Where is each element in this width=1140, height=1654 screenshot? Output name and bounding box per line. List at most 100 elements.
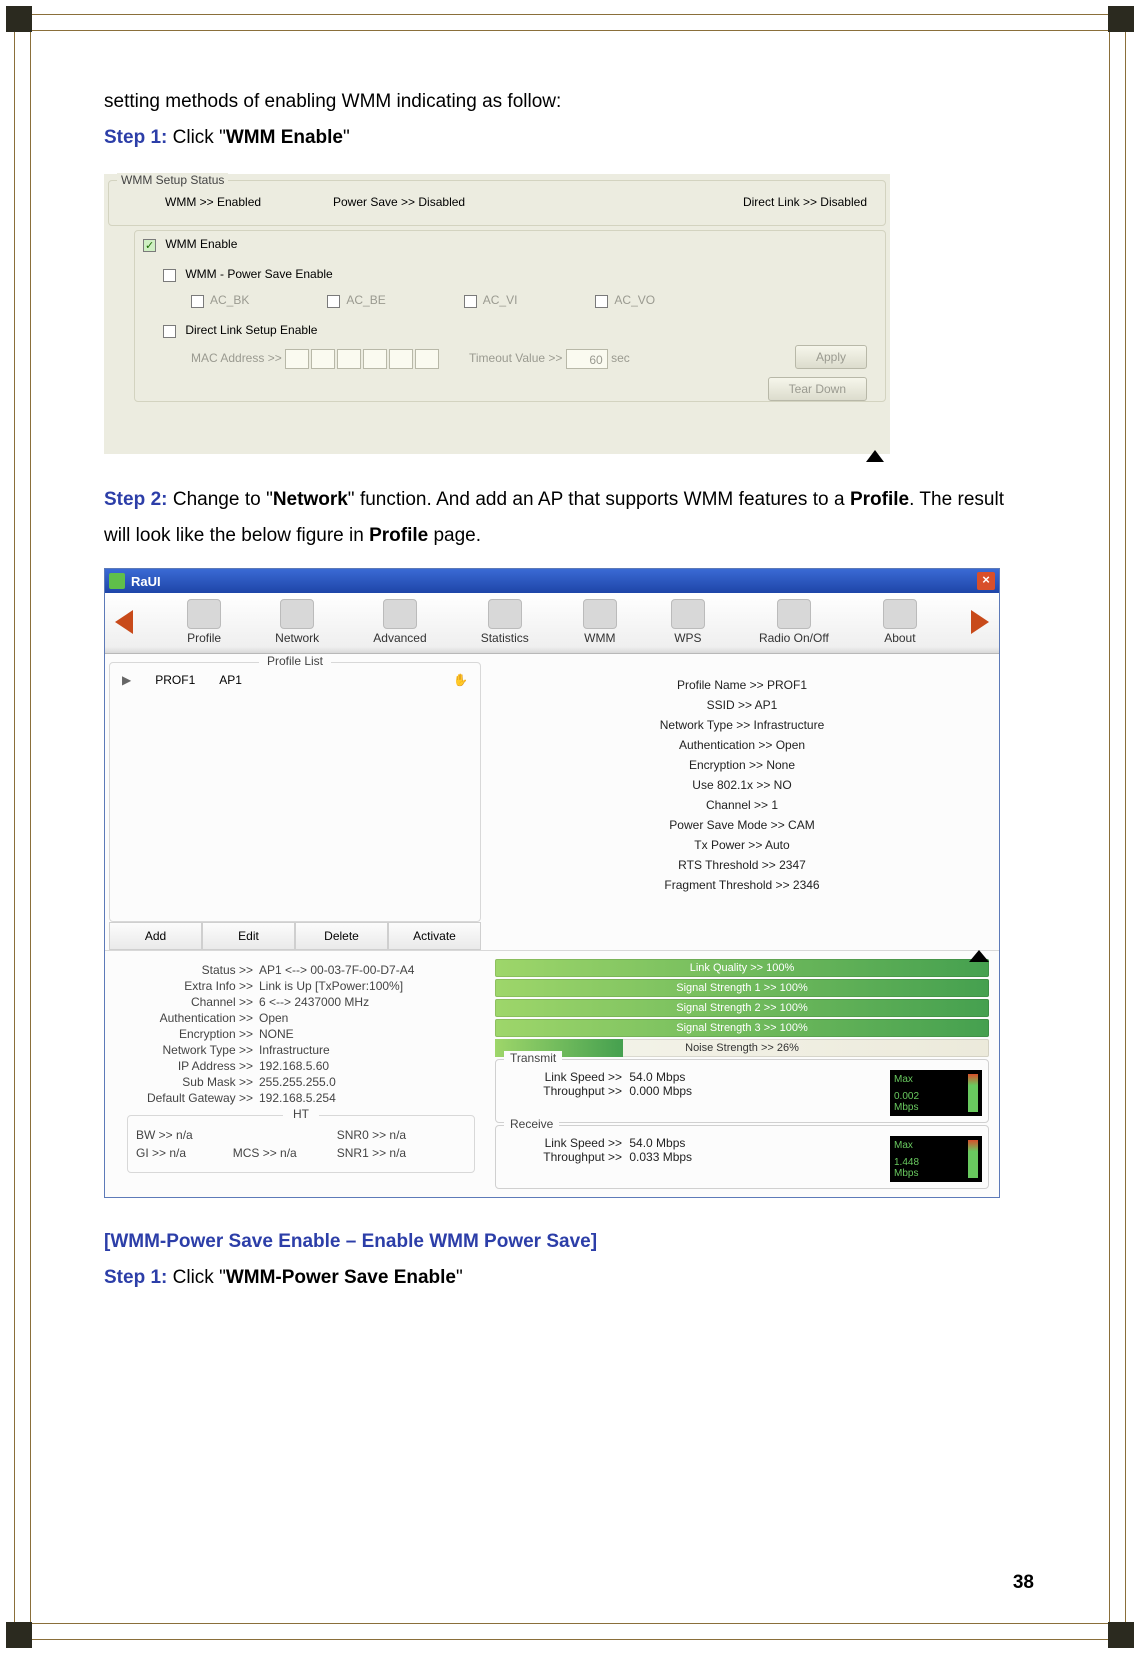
ac-vo-checkbox[interactable]	[595, 295, 608, 308]
about-icon	[883, 599, 917, 629]
tab-about-label: About	[884, 631, 915, 645]
teardown-button[interactable]: Tear Down	[768, 377, 867, 401]
tab-statistics[interactable]: Statistics	[481, 599, 529, 645]
ac-vi-label: AC_VI	[483, 293, 518, 307]
tx-gauge: Max 0.002 Mbps	[890, 1070, 982, 1116]
transmit-group: Transmit Link Speed >> 54.0 Mbps Through…	[495, 1059, 989, 1123]
tx-gauge-bar	[968, 1074, 978, 1112]
detail-txpower: Tx Power >> Auto	[493, 838, 991, 852]
ac-bk-label: AC_BK	[210, 293, 249, 307]
mac-input-2[interactable]	[311, 349, 335, 369]
tab-wps[interactable]: WPS	[671, 599, 705, 645]
wmm-ps-checkbox[interactable]	[163, 269, 176, 282]
detail-encryption: Encryption >> None	[493, 758, 991, 772]
mac-input-6[interactable]	[415, 349, 439, 369]
direct-link-option: Direct Link Setup Enable	[163, 323, 317, 337]
collapse-icon[interactable]	[866, 450, 884, 462]
tx-speed-value: 54.0 Mbps	[629, 1070, 685, 1084]
timeout-label: Timeout Value >>	[469, 351, 562, 365]
ht-gi: GI >> n/a	[136, 1146, 193, 1160]
wps-icon	[671, 599, 705, 629]
mac-input-5[interactable]	[389, 349, 413, 369]
mac-input-4[interactable]	[363, 349, 387, 369]
tab-about[interactable]: About	[883, 599, 917, 645]
step-2-bold2: Profile	[850, 489, 909, 510]
delete-button[interactable]: Delete	[295, 922, 388, 950]
status-label: Status >>	[127, 963, 253, 977]
profile-row[interactable]: ▶ PROF1 AP1 ✋	[114, 669, 476, 691]
tab-wmm[interactable]: WMM	[583, 599, 617, 645]
intro-line: setting methods of enabling WMM indicati…	[104, 84, 1004, 120]
ac-vi-checkbox[interactable]	[464, 295, 477, 308]
auth-value: Open	[259, 1011, 288, 1025]
wmm-setup-status-legend: WMM Setup Status	[117, 173, 228, 187]
wmm-ps-option: WMM - Power Save Enable	[163, 267, 333, 281]
mac-input-3[interactable]	[337, 349, 361, 369]
detail-8021x: Use 802.1x >> NO	[493, 778, 991, 792]
enc-label: Encryption >>	[127, 1027, 253, 1041]
wmm-options-group: WMM Enable WMM - Power Save Enable AC_BK…	[134, 230, 886, 402]
step-1b-suffix: "	[456, 1267, 463, 1288]
wmm-icon	[583, 599, 617, 629]
step-1-label: Step 1:	[104, 127, 167, 148]
noise-strength-bar: Noise Strength >> 26%	[495, 1039, 989, 1057]
signal-strength-2-text: Signal Strength 2 >> 100%	[676, 1002, 807, 1014]
mac-input-1[interactable]	[285, 349, 309, 369]
timeout-input[interactable]: 60	[566, 349, 608, 369]
profile-details: Profile Name >> PROF1 SSID >> AP1 Networ…	[485, 654, 999, 950]
detail-auth: Authentication >> Open	[493, 738, 991, 752]
noise-strength-text: Noise Strength >> 26%	[685, 1042, 799, 1054]
ac-be-checkbox[interactable]	[327, 295, 340, 308]
edit-button[interactable]: Edit	[202, 922, 295, 950]
profile-actions: Add Edit Delete Activate	[109, 922, 481, 950]
tab-network[interactable]: Network	[275, 599, 319, 645]
ac-be-label: AC_BE	[346, 293, 385, 307]
radio-icon	[777, 599, 811, 629]
ip-label: IP Address >>	[127, 1059, 253, 1073]
ht-legend: HT	[283, 1107, 319, 1121]
signal-strength-2-bar: Signal Strength 2 >> 100%	[495, 999, 989, 1017]
ht-group: HT BW >> n/a GI >> n/a MCS >> n/a SNR0 >…	[127, 1115, 475, 1173]
extrainfo-label: Extra Info >>	[127, 979, 253, 993]
gateway-label: Default Gateway >>	[127, 1091, 253, 1105]
tab-profile[interactable]: Profile	[187, 599, 221, 645]
wmm-status-text: WMM >> Enabled	[165, 195, 261, 209]
step-1-line: Step 1: Click "WMM Enable"	[104, 120, 1004, 156]
close-icon[interactable]: ×	[977, 572, 995, 590]
page-number: 38	[1013, 1572, 1034, 1594]
signal-strength-1-bar: Signal Strength 1 >> 100%	[495, 979, 989, 997]
app-icon	[109, 573, 125, 589]
rx-throughput-value: 0.033 Mbps	[629, 1150, 692, 1164]
nav-forward-icon[interactable]	[971, 610, 989, 634]
ht-snr0: SNR0 >> n/a	[337, 1128, 406, 1142]
tab-radio-label: Radio On/Off	[759, 631, 829, 645]
detail-ssid: SSID >> AP1	[493, 698, 991, 712]
ac-be-option: AC_BE	[327, 293, 385, 307]
toolbar: Profile Network Advanced Statistics WMM …	[105, 593, 999, 654]
powersave-status-text: Power Save >> Disabled	[333, 195, 465, 209]
tx-gauge-value: 0.002	[894, 1091, 978, 1102]
tx-gauge-max: Max	[894, 1074, 978, 1085]
profile-name-cell: PROF1	[155, 673, 195, 687]
tx-throughput-label: Throughput >>	[502, 1084, 622, 1098]
collapse-icon[interactable]	[969, 950, 989, 962]
tab-advanced[interactable]: Advanced	[373, 599, 426, 645]
activate-button[interactable]: Activate	[388, 922, 481, 950]
nav-back-icon[interactable]	[115, 610, 133, 634]
tab-radio[interactable]: Radio On/Off	[759, 599, 829, 645]
ntype-value: Infrastructure	[259, 1043, 330, 1057]
network-icon	[280, 599, 314, 629]
direct-link-checkbox[interactable]	[163, 325, 176, 338]
frame-corner	[1108, 1622, 1134, 1648]
wmm-enable-checkbox[interactable]	[143, 239, 156, 252]
channel-value: 6 <--> 2437000 MHz	[259, 995, 369, 1009]
titlebar: RaUI ×	[105, 569, 999, 593]
apply-button[interactable]: Apply	[795, 345, 867, 369]
ac-bk-checkbox[interactable]	[191, 295, 204, 308]
ht-mcs: MCS >> n/a	[233, 1146, 297, 1160]
add-button[interactable]: Add	[109, 922, 202, 950]
extrainfo-value: Link is Up [TxPower:100%]	[259, 979, 403, 993]
step-2-bold1: Network	[273, 489, 348, 510]
directlink-status-text: Direct Link >> Disabled	[743, 195, 867, 209]
wmm-enable-label: WMM Enable	[165, 237, 237, 251]
